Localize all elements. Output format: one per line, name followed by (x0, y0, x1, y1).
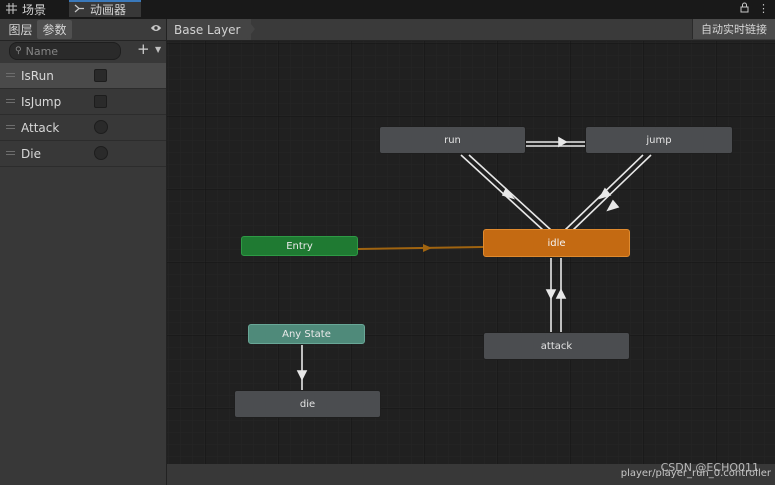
drag-handle-icon[interactable] (6, 99, 15, 103)
search-icon: ⚲ (15, 46, 22, 56)
parameter-search-input[interactable] (25, 44, 110, 58)
trigger-radio[interactable] (94, 120, 108, 134)
state-die[interactable]: die (234, 390, 381, 418)
transition-idle-to-run[interactable] (468, 154, 552, 231)
grid-icon (6, 2, 17, 17)
parameter-row-isjump[interactable]: IsJump (0, 89, 166, 115)
window-tab-bar: 场景 动画器 ⋮ (0, 0, 775, 19)
state-any-state[interactable]: Any State (248, 324, 365, 344)
transition-run-to-idle[interactable] (460, 154, 544, 231)
drag-handle-icon[interactable] (6, 125, 15, 129)
tab-animator[interactable]: 动画器 (69, 0, 141, 17)
animator-graph[interactable]: Base Layer 自动实时链接 run jump Entry idle An… (167, 19, 775, 485)
transition-arrow-icon (555, 288, 567, 299)
trigger-radio[interactable] (94, 146, 108, 160)
add-parameter-button[interactable]: + (137, 41, 150, 58)
parameter-name: Attack (21, 120, 60, 135)
lock-icon[interactable] (740, 2, 749, 16)
tab-layers[interactable]: 图层 (4, 20, 37, 39)
animator-icon (74, 3, 85, 17)
tab-scene-label: 场景 (22, 3, 47, 17)
drag-handle-icon[interactable] (6, 73, 15, 77)
tab-scene[interactable]: 场景 (6, 0, 46, 19)
left-panel-tabs: 图层 参数 (0, 19, 166, 41)
status-bar: CSDN @ECHO011 player/player_run_0.contro… (167, 461, 775, 485)
bool-checkbox[interactable] (94, 69, 107, 82)
parameter-name: Die (21, 146, 41, 161)
more-menu-icon[interactable]: ⋮ (758, 2, 769, 16)
transition-arrow-icon (423, 244, 432, 252)
transition-arrow-icon (296, 370, 308, 381)
state-entry[interactable]: Entry (241, 236, 358, 256)
parameter-row-die[interactable]: Die (0, 141, 166, 167)
transition-arrow-icon (606, 199, 620, 212)
parameter-name: IsJump (21, 94, 62, 109)
transition-arrow-icon (545, 289, 557, 300)
controller-path: player/player_run_0.controller (620, 468, 771, 479)
parameter-row-attack[interactable]: Attack (0, 115, 166, 141)
parameter-search-row: ⚲ + ▼ (0, 41, 166, 61)
parameter-search: ⚲ (9, 42, 121, 60)
drag-handle-icon[interactable] (6, 151, 15, 155)
state-attack[interactable]: attack (483, 332, 630, 360)
transition-entry-to-idle[interactable] (357, 246, 484, 250)
tab-parameters[interactable]: 参数 (37, 20, 72, 39)
state-jump[interactable]: jump (585, 126, 733, 154)
eye-icon[interactable] (150, 22, 162, 34)
left-panel: 图层 参数 ⚲ + ▼ IsRun IsJump Attack Die (0, 19, 167, 485)
bool-checkbox[interactable] (94, 95, 107, 108)
chevron-down-icon[interactable]: ▼ (155, 45, 161, 54)
transition-arrow-icon (558, 136, 568, 148)
state-idle[interactable]: idle (483, 229, 630, 257)
parameter-row-isrun[interactable]: IsRun (0, 63, 166, 89)
tab-animator-label: 动画器 (90, 3, 127, 17)
state-run[interactable]: run (379, 126, 526, 154)
window-controls: ⋮ (740, 2, 769, 16)
parameter-name: IsRun (21, 68, 54, 83)
transition-idle-to-jump[interactable] (572, 154, 652, 231)
